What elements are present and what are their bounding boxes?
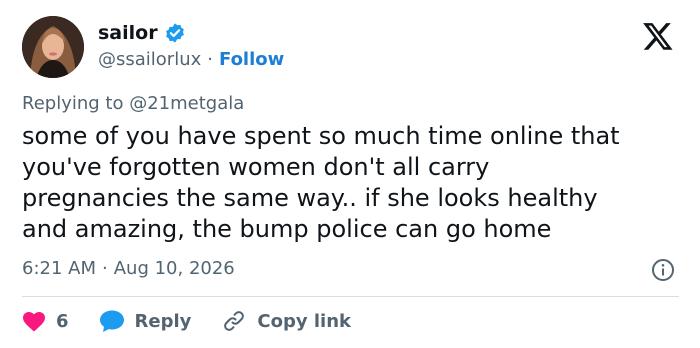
copy-link-button[interactable]: Copy link: [221, 309, 351, 333]
action-bar: 6 Reply Copy link: [22, 306, 351, 336]
reply-label: Reply: [134, 310, 192, 332]
handle-separator: ·: [207, 49, 213, 70]
x-logo-icon[interactable]: [641, 20, 675, 52]
replying-prefix: Replying to: [22, 93, 124, 114]
divider: [22, 296, 679, 297]
verified-badge-icon: [165, 23, 184, 43]
like-button[interactable]: 6: [22, 310, 69, 332]
link-icon: [224, 311, 245, 331]
tweet-text: some of you have spent so much time onli…: [22, 122, 620, 243]
author-handle[interactable]: @ssailorlux: [98, 49, 201, 70]
heart-icon: [23, 312, 45, 332]
copy-link-label: Copy link: [257, 310, 351, 332]
tweet-date[interactable]: Aug 10, 2026: [114, 258, 235, 279]
reply-bubble-icon: [99, 310, 124, 332]
tweet-time[interactable]: 6:21 AM: [22, 258, 96, 279]
author-name[interactable]: sailor: [98, 22, 158, 44]
follow-button[interactable]: Follow: [219, 49, 284, 70]
reply-button[interactable]: Reply: [99, 309, 192, 333]
info-icon[interactable]: [651, 258, 675, 282]
like-count: 6: [56, 310, 69, 332]
replying-to: Replying to @21metgala: [22, 93, 244, 114]
tweet-meta: 6:21 AM · Aug 10, 2026: [22, 258, 235, 279]
reply-mention-link[interactable]: @21metgala: [129, 93, 244, 114]
meta-separator: ·: [102, 258, 108, 279]
avatar[interactable]: [22, 16, 84, 78]
